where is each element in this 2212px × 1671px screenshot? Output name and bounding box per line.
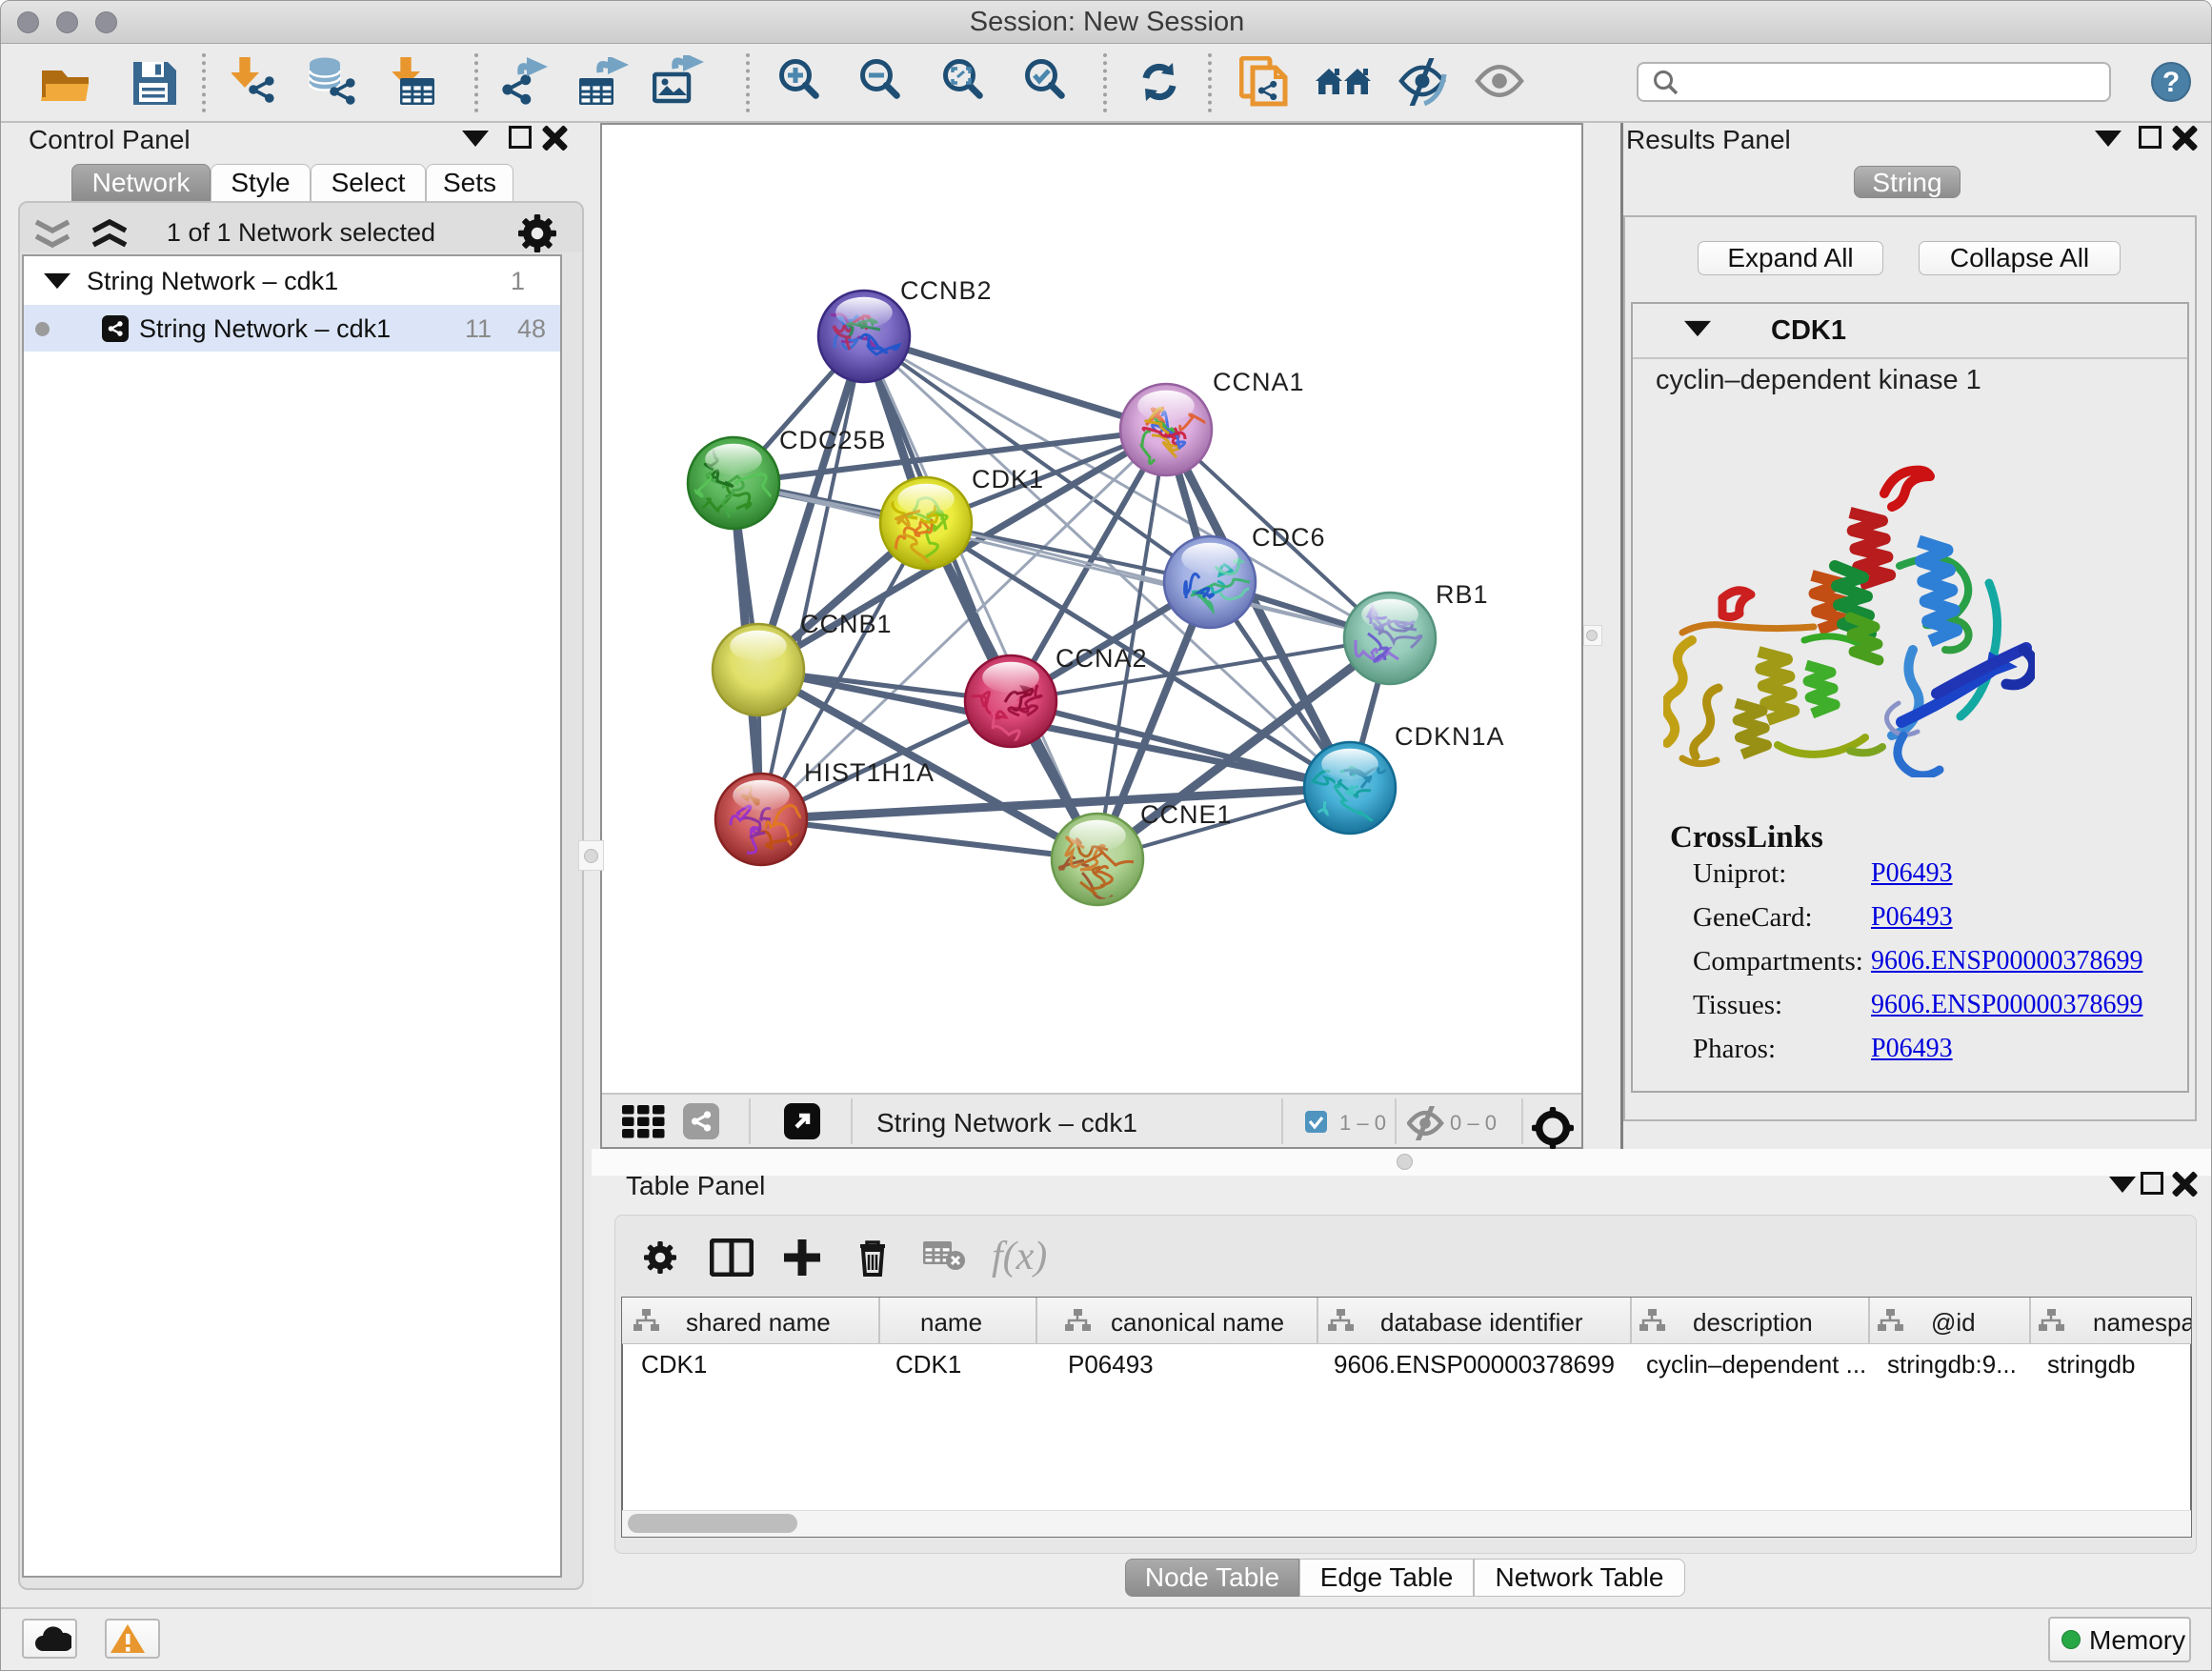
svg-text:CDC25B: CDC25B [779,426,887,454]
svg-text:CDK1: CDK1 [972,465,1044,493]
svg-text:RB1: RB1 [1436,580,1489,609]
svg-text:CCNB2: CCNB2 [900,276,993,305]
svg-text:CDC6: CDC6 [1252,523,1326,552]
svg-text:CCNE1: CCNE1 [1140,800,1233,829]
svg-text:CDKN1A: CDKN1A [1395,722,1505,751]
svg-text:HIST1H1A: HIST1H1A [804,758,935,787]
svg-text:CCNB1: CCNB1 [800,610,893,638]
svg-text:CCNA1: CCNA1 [1213,368,1305,396]
svg-text:CCNA2: CCNA2 [1056,644,1148,673]
